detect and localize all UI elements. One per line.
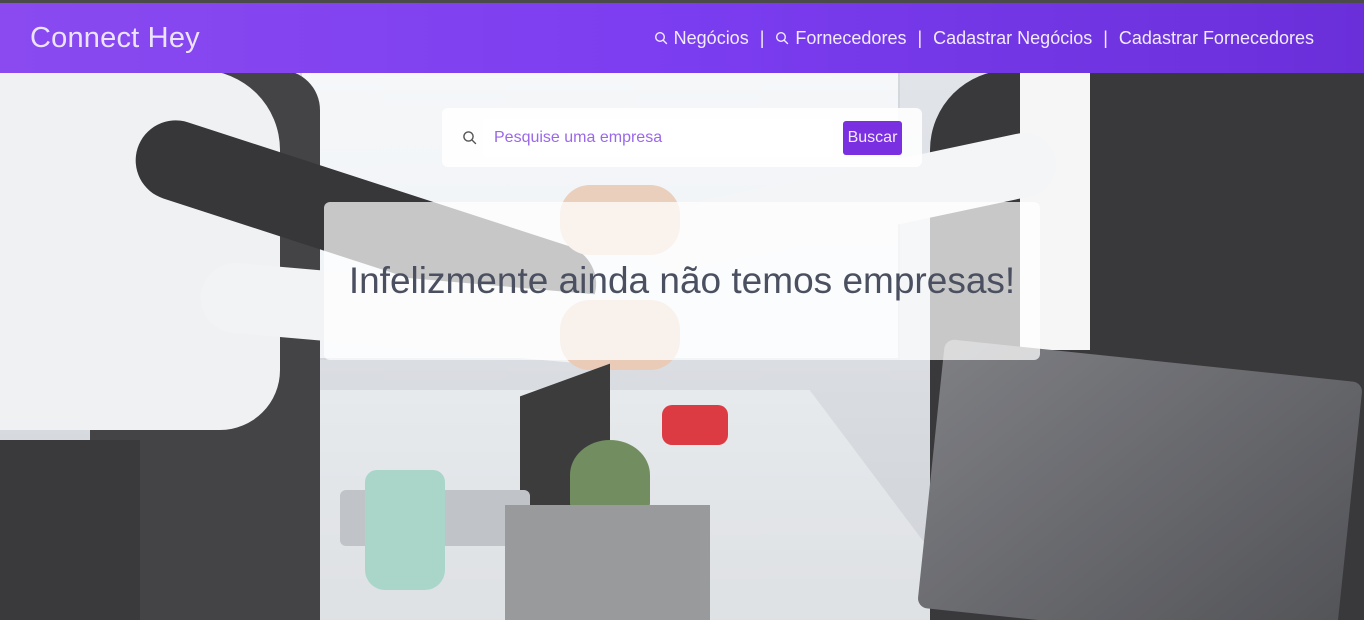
nav-link-negocios[interactable]: Negócios bbox=[654, 28, 749, 49]
search-input[interactable] bbox=[483, 118, 833, 157]
search-icon bbox=[463, 131, 477, 145]
nav-links: Negócios | Fornecedores | Cadastrar Negó… bbox=[654, 28, 1334, 49]
nav-link-label: Cadastrar Fornecedores bbox=[1118, 27, 1314, 48]
navbar: Connect Hey Negócios | Fornecedores | Ca… bbox=[0, 0, 1364, 73]
brand-logo[interactable]: Connect Hey bbox=[30, 22, 200, 55]
nav-separator: | bbox=[1103, 27, 1108, 48]
nav-link-cadastrar-fornecedores[interactable]: Cadastrar Fornecedores bbox=[1119, 28, 1314, 49]
nav-link-label: Cadastrar Negócios bbox=[933, 27, 1093, 48]
empty-state-card: Infelizmente ainda não temos empresas! bbox=[324, 202, 1040, 360]
nav-link-cadastrar-negocios[interactable]: Cadastrar Negócios bbox=[933, 28, 1092, 49]
search-panel: Buscar bbox=[442, 108, 922, 167]
search-icon bbox=[654, 31, 667, 45]
nav-link-label: Negócios bbox=[673, 27, 749, 48]
nav-link-fornecedores[interactable]: Fornecedores bbox=[775, 28, 906, 49]
search-button[interactable]: Buscar bbox=[843, 120, 902, 155]
nav-separator: | bbox=[917, 27, 923, 48]
nav-separator: | bbox=[759, 27, 765, 48]
empty-state-message: Infelizmente ainda não temos empresas! bbox=[348, 260, 1016, 301]
nav-link-label: Fornecedores bbox=[795, 27, 907, 48]
search-icon bbox=[776, 31, 789, 45]
